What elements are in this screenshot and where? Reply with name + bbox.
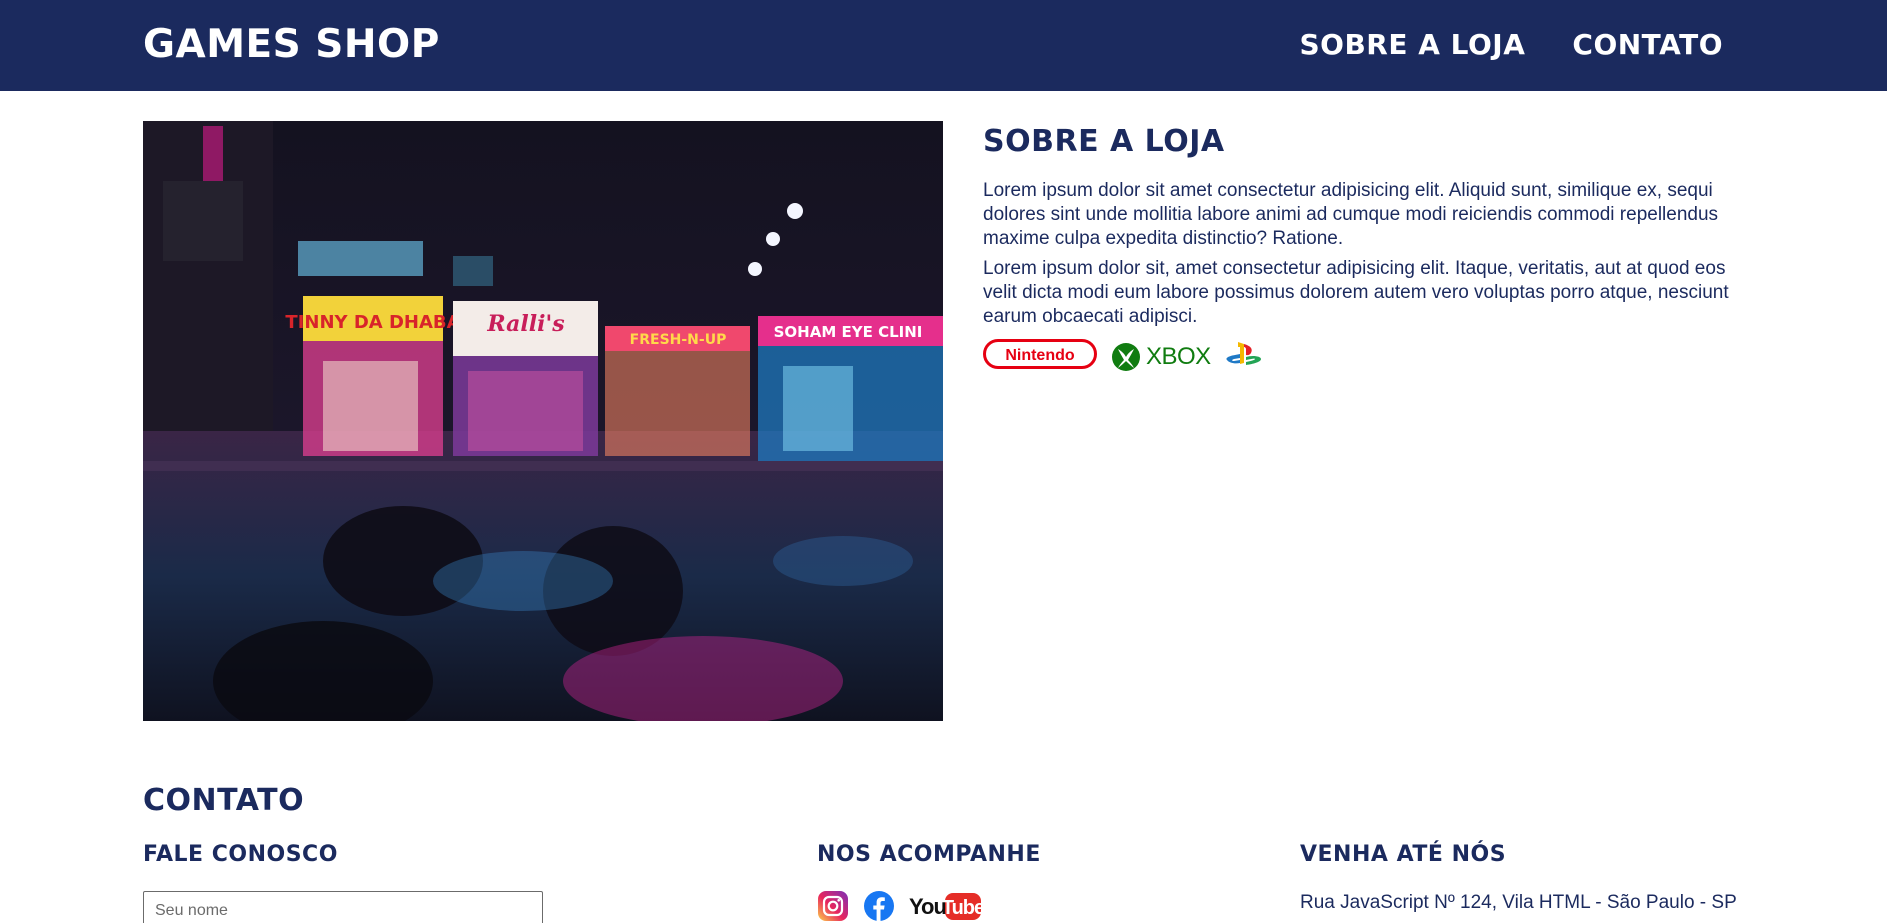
svg-text:You: You — [909, 894, 946, 919]
nintendo-wordmark: Nintendo — [1005, 347, 1075, 364]
xbox-logo: XBOX — [1111, 342, 1211, 372]
playstation-icon — [1225, 339, 1263, 374]
xbox-icon — [1112, 342, 1140, 371]
store-photo: TINNY DA DHABA Ralli's FRESH-N-UP SOHAM … — [143, 121, 943, 721]
sign-fresh: FRESH-N-UP — [630, 332, 727, 348]
youtube-icon[interactable]: You Tube — [909, 890, 986, 923]
facebook-icon[interactable] — [863, 890, 895, 923]
xbox-wordmark: XBOX — [1146, 342, 1211, 370]
social-column-title: NOS ACOMPANHE — [817, 842, 1041, 867]
name-input[interactable] — [143, 891, 543, 923]
sign-dhaba: TINNY DA DHABA — [285, 312, 460, 333]
nintendo-logo: Nintendo — [983, 339, 1097, 374]
main-nav: SOBRE A LOJA CONTATO — [1299, 28, 1723, 61]
instagram-icon[interactable] — [817, 890, 849, 923]
site-header: GAMES SHOP SOBRE A LOJA CONTATO — [0, 0, 1887, 91]
about-paragraph-1: Lorem ipsum dolor sit amet consectetur a… — [983, 180, 1719, 249]
about-title: SOBRE A LOJA — [983, 124, 1225, 159]
social-links: You Tube — [817, 890, 986, 923]
svg-text:Tube: Tube — [942, 897, 981, 919]
nav-link-sobre[interactable]: SOBRE A LOJA — [1299, 28, 1525, 61]
console-brands: Nintendo XBOX — [983, 339, 1733, 374]
sign-rallis: Ralli's — [486, 311, 564, 337]
about-paragraph-2: Lorem ipsum dolor sit, amet consectetur … — [983, 258, 1729, 327]
brand-logo[interactable]: GAMES SHOP — [143, 22, 440, 67]
nav-link-contato[interactable]: CONTATO — [1572, 28, 1723, 61]
store-address: Rua JavaScript Nº 124, Vila HTML - São P… — [1300, 892, 1737, 913]
form-column-title: FALE CONOSCO — [143, 842, 338, 867]
about-section: SOBRE A LOJA Lorem ipsum dolor sit amet … — [983, 124, 1733, 374]
sign-soham: SOHAM EYE CLINI — [774, 323, 923, 341]
visit-column-title: VENHA ATÉ NÓS — [1300, 842, 1507, 867]
contact-title: CONTATO — [143, 783, 305, 818]
